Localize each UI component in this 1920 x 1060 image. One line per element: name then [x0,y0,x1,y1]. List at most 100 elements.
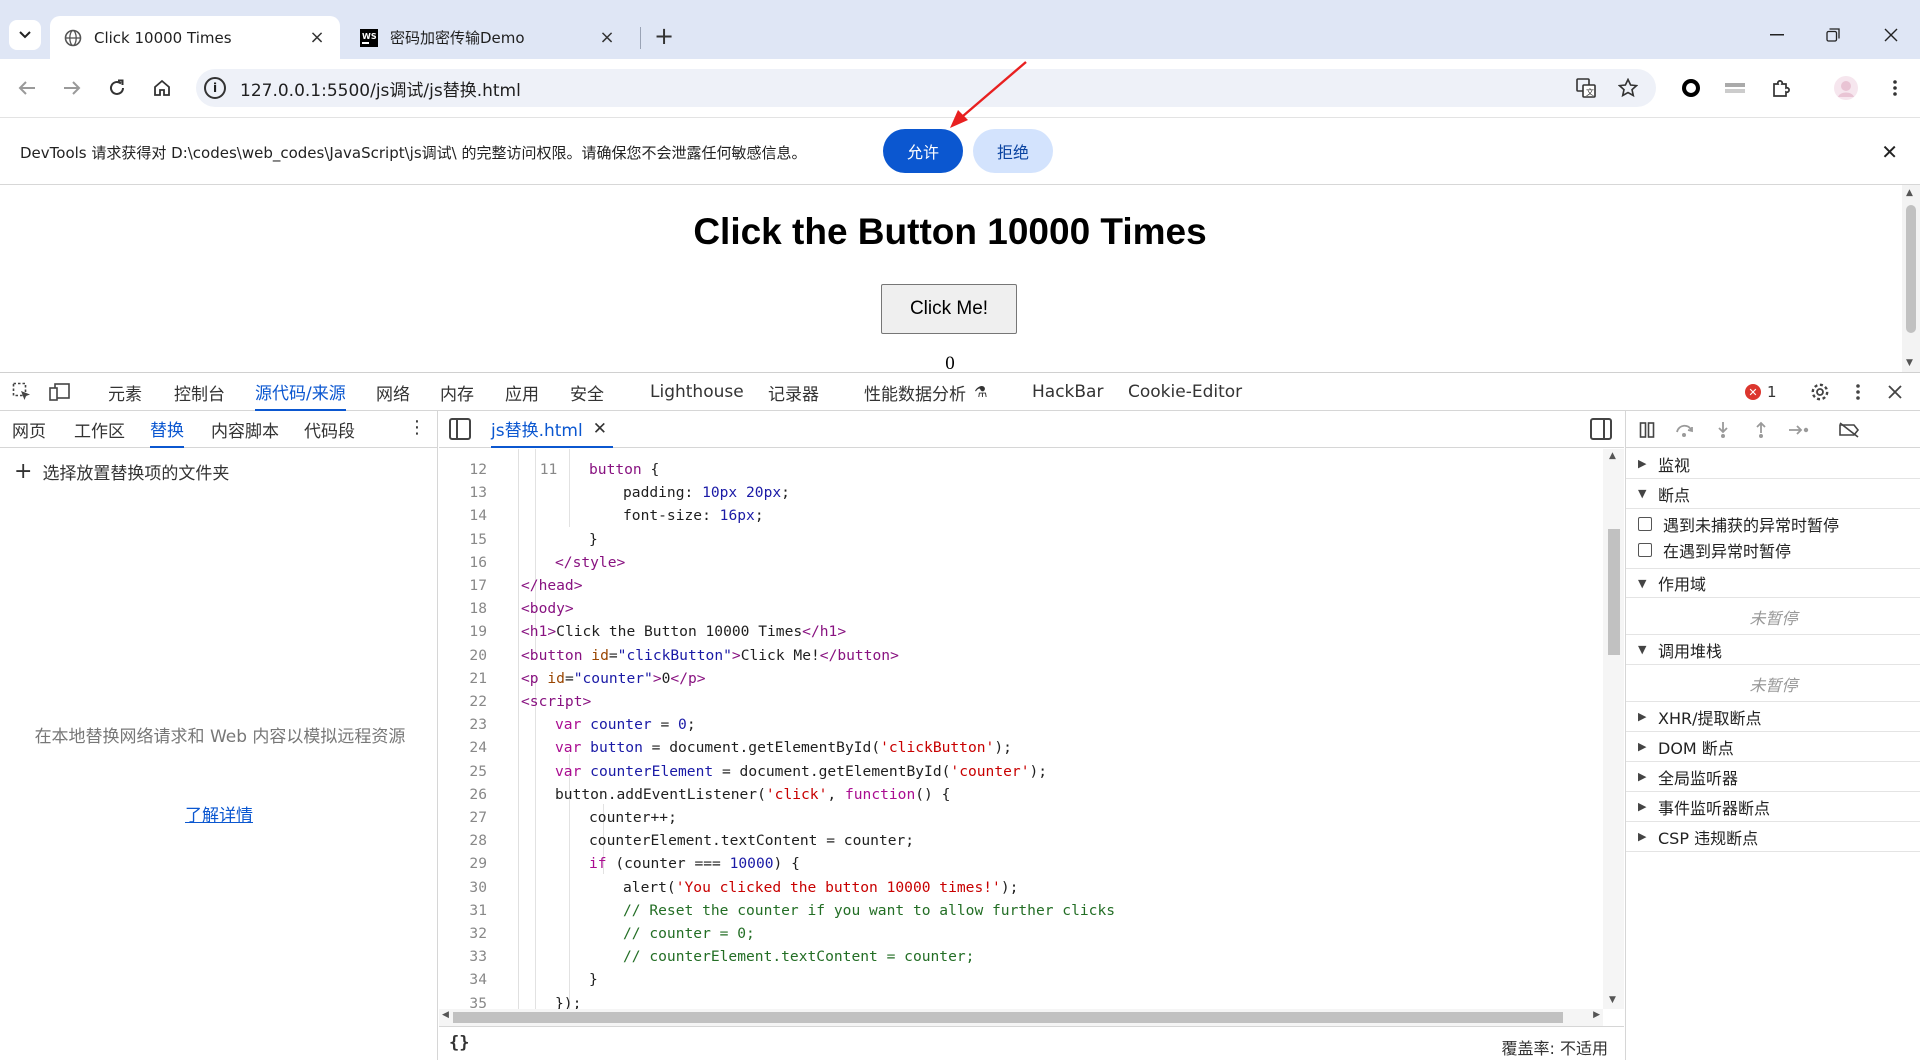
toggle-debugger-icon[interactable] [1590,418,1612,440]
checkbox[interactable] [1638,543,1652,557]
click-me-button[interactable]: Click Me! [881,284,1017,334]
bookmark-star-icon[interactable] [1614,74,1642,102]
editor-vertical-scrollbar[interactable]: ▲ ▼ [1603,449,1624,1009]
scroll-up-arrow-icon[interactable]: ▲ [1906,188,1913,198]
devtools-menu-kebab-icon[interactable] [1845,380,1871,404]
close-devtools-icon[interactable] [1882,380,1908,404]
translate-icon[interactable]: 文 [1572,74,1600,102]
navigator-tab-overrides[interactable]: 替换 [150,411,184,448]
reload-button[interactable] [101,72,133,104]
pretty-print-button[interactable]: {} [449,1033,469,1053]
minimize-button[interactable] [1762,20,1792,50]
step-over-icon[interactable] [1672,417,1698,443]
code-text: font-size: 16px; [623,507,764,525]
restore-button[interactable] [1818,20,1848,50]
scrollbar-thumb[interactable] [1906,205,1916,333]
new-tab-button[interactable]: + [650,22,678,50]
select-override-folder-button[interactable]: + 选择放置替换项的文件夹 [14,459,229,484]
allow-button[interactable]: 允许 [883,129,963,173]
devtools-tab-elements[interactable]: 元素 [108,373,142,411]
extensions-puzzle-icon[interactable] [1765,72,1797,104]
dom-breakpoints-pane-header[interactable]: ▶ DOM 断点 [1626,732,1920,762]
scroll-down-arrow-icon[interactable]: ▼ [1609,995,1616,1005]
csp-breakpoints-pane-header[interactable]: ▶ CSP 违规断点 [1626,822,1920,852]
callstack-pane-header[interactable]: ▼ 调用堆栈 [1626,635,1920,665]
pause-uncaught-checkbox[interactable]: 遇到未捕获的异常时暂停 [1638,511,1839,537]
scroll-down-arrow-icon[interactable]: ▼ [1906,358,1913,368]
navigator-more-icon[interactable]: ⋮ [408,417,426,438]
settings-gear-icon[interactable] [1807,380,1833,404]
scroll-left-arrow-icon[interactable]: ◀ [442,1010,449,1020]
devtools-tab-memory[interactable]: 内存 [440,373,474,411]
event-listener-breakpoints-pane-header[interactable]: ▶ 事件监听器断点 [1626,792,1920,822]
devtools-tab-network[interactable]: 网络 [376,373,410,411]
inspect-element-icon[interactable] [9,380,35,404]
editor-horizontal-scrollbar[interactable]: ◀ ▶ [439,1009,1603,1026]
site-info-icon[interactable]: i [204,77,226,99]
navigator-tab-workspace[interactable]: 工作区 [74,411,125,448]
step-icon[interactable] [1786,417,1812,443]
navigator-tab-page[interactable]: 网页 [12,411,46,448]
deactivate-breakpoints-icon[interactable] [1836,417,1862,443]
extension-bar-icon[interactable] [1719,72,1751,104]
devtools-tab-recorder[interactable]: 记录器 [768,373,819,411]
step-out-icon[interactable] [1748,417,1774,443]
error-count-badge[interactable]: ✕ 1 [1745,383,1777,401]
checkbox[interactable] [1638,517,1652,531]
browser-tab-active[interactable]: Click 10000 Times × [50,16,340,59]
restore-icon [1826,28,1840,42]
extension-record-icon[interactable] [1675,72,1707,104]
scroll-right-arrow-icon[interactable]: ▶ [1593,1010,1600,1020]
scope-pane-header[interactable]: ▼ 作用域 [1626,568,1920,598]
close-window-button[interactable] [1876,20,1906,50]
error-count: 1 [1767,383,1777,401]
scrollbar-thumb[interactable] [1608,529,1620,655]
devtools-tab-console[interactable]: 控制台 [174,373,225,411]
pause-caught-checkbox[interactable]: 在遇到异常时暂停 [1638,537,1791,563]
back-button[interactable] [11,72,43,104]
xhr-breakpoints-pane-header[interactable]: ▶ XHR/提取断点 [1626,702,1920,732]
scroll-up-arrow-icon[interactable]: ▲ [1609,451,1616,461]
profile-avatar[interactable] [1830,72,1862,104]
close-file-icon[interactable]: ✕ [593,419,607,439]
code-area[interactable]: 11 12 button {13 padding: 10px 20px; 14 font… [439,449,1603,1009]
breakpoints-pane-header[interactable]: ▼ 断点 [1626,479,1920,509]
devtools-tab-cookie-editor[interactable]: Cookie-Editor [1128,373,1242,411]
navigator-tab-snippets[interactable]: 代码段 [304,411,355,448]
close-tab-icon[interactable]: × [598,27,616,48]
global-listeners-pane-header[interactable]: ▶ 全局监听器 [1626,762,1920,792]
code-text: button.addEventListener('click', functio… [555,785,951,803]
home-button[interactable] [146,72,178,104]
browser-tab[interactable]: WS 密码加密传输Demo × [346,16,630,59]
scrollbar-thumb[interactable] [453,1012,1563,1023]
device-toolbar-icon[interactable] [47,380,73,404]
close-tab-icon[interactable]: × [308,27,326,48]
line-number: 18 [469,600,487,618]
deny-button[interactable]: 拒绝 [973,129,1053,173]
step-into-icon[interactable] [1710,417,1736,443]
forward-button[interactable] [56,72,88,104]
navigator-tab-content-scripts[interactable]: 内容脚本 [211,411,279,448]
page-scrollbar[interactable]: ▲ ▼ [1902,185,1920,372]
code-line: 16 </style> [439,551,1603,574]
address-bar[interactable]: i 127.0.0.1:5500/js调试/js替换.html 文 [196,69,1656,107]
devtools-tab-sources[interactable]: 源代码/来源 [255,373,346,411]
select-folder-label: 选择放置替换项的文件夹 [42,464,230,484]
chrome-menu-button[interactable] [1879,72,1911,104]
watch-pane-header[interactable]: ▶ 监视 [1626,449,1920,479]
devtools-tab-lighthouse[interactable]: Lighthouse [650,373,744,411]
tab-search-button[interactable] [9,20,41,50]
line-number: 14 [469,507,487,525]
code-text: <body> [521,600,574,618]
devtools-tab-application[interactable]: 应用 [505,373,539,411]
address-url[interactable]: 127.0.0.1:5500/js调试/js替换.html [240,76,1572,101]
learn-more-link[interactable]: 了解详情 [0,801,438,826]
devtools-tab-security[interactable]: 安全 [570,373,604,411]
devtools-tab-performance-insights[interactable]: 性能数据分析 ⚗ [864,373,987,411]
pause-resume-icon[interactable] [1634,417,1660,443]
close-infobar-icon[interactable]: ✕ [1881,140,1898,164]
toggle-navigator-icon[interactable] [449,418,471,440]
webstorm-icon: WS [360,28,378,47]
devtools-tab-hackbar[interactable]: HackBar [1032,373,1103,411]
editor-file-tab[interactable]: js替换.html ✕ [491,411,613,448]
